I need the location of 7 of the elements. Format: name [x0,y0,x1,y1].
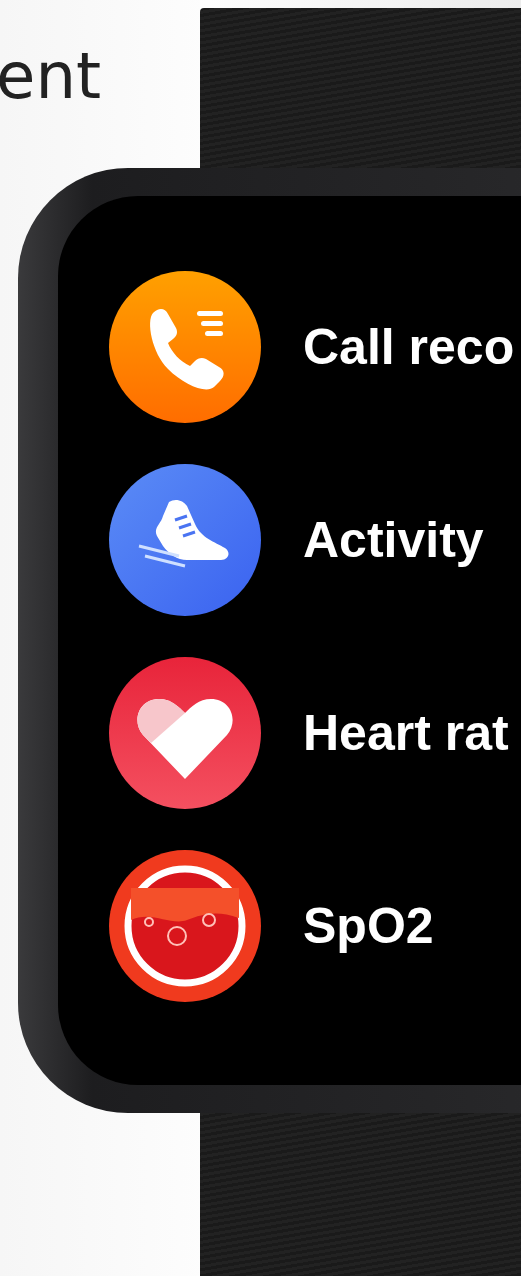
menu-item-label[interactable]: SpO2 [303,897,434,955]
phone-icon [109,271,261,423]
menu-item-label[interactable]: Activity [303,511,484,569]
menu-item-label[interactable]: Call reco [303,318,515,376]
menu-item-label[interactable]: Heart rat [303,704,509,762]
sneaker-icon [109,464,261,616]
blood-oxygen-icon [109,850,261,1002]
